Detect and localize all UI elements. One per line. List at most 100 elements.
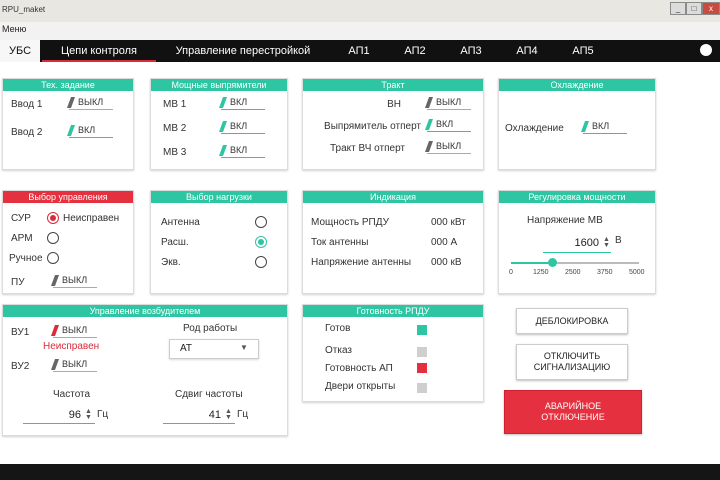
close-button[interactable]: x	[702, 2, 720, 15]
cooling-switch[interactable]: ВКЛ	[580, 121, 627, 134]
frequency-label: Частота	[53, 389, 91, 400]
mv-voltage-unit: В	[615, 235, 622, 246]
arm-label: АРМ	[11, 233, 33, 244]
mv-voltage-label: Напряжение МВ	[527, 215, 603, 226]
power-icon[interactable]	[700, 44, 712, 56]
tab-ap1[interactable]: АП1	[334, 40, 384, 62]
freq-shift-label: Сдвиг частоты	[175, 389, 243, 400]
load-antenna-radio[interactable]	[255, 216, 267, 228]
mv3-label: МВ 3	[163, 147, 187, 158]
vu2-switch[interactable]: ВЫКЛ	[50, 359, 97, 372]
panel-title: Выбор нагрузки	[151, 191, 287, 203]
load-antenna-label: Антенна	[161, 217, 200, 228]
hf-tract-open-switch[interactable]: ВЫКЛ	[424, 141, 471, 154]
mv1-switch[interactable]: ВКЛ	[218, 97, 265, 110]
panel-exciter: Управление возбудителем ВУ1 ВЫКЛ Неиспра…	[2, 304, 288, 436]
minimize-button[interactable]: _	[670, 2, 686, 15]
doors-open-indicator	[417, 383, 427, 393]
rpdu-power-label: Мощность РПДУ	[311, 217, 389, 228]
slider-tick: 0	[509, 269, 513, 276]
mode-select[interactable]: АТ ▼	[169, 339, 259, 359]
input1-switch[interactable]: ВЫКЛ	[66, 97, 113, 110]
slider-tick: 3750	[597, 269, 613, 276]
panel-tech-task: Тех. задание Ввод 1 ВЫКЛ Ввод 2 ВКЛ	[2, 78, 134, 170]
tab-control-circuits[interactable]: Цепи контроля	[42, 40, 156, 62]
frequency-value[interactable]: 96	[37, 409, 81, 421]
maximize-button[interactable]: □	[686, 2, 702, 15]
vu1-switch[interactable]: ВЫКЛ	[50, 325, 97, 338]
failure-label: Отказ	[325, 345, 352, 356]
manual-radio[interactable]	[47, 252, 59, 264]
title-bar: RPU_maket _ □ x	[0, 0, 720, 22]
load-ext-radio[interactable]	[255, 236, 267, 248]
mv-voltage-slider-thumb[interactable]	[547, 258, 557, 267]
failure-indicator	[417, 347, 427, 357]
sur-status: Неисправен	[63, 213, 120, 224]
antenna-voltage-value: 000 кВ	[431, 257, 462, 268]
tab-tuning-control[interactable]: Управление перестройкой	[162, 40, 324, 62]
ready-label: Готов	[325, 323, 351, 334]
mode-value: АТ	[180, 343, 192, 354]
input2-switch[interactable]: ВКЛ	[66, 125, 113, 138]
tab-ap4[interactable]: АП4	[502, 40, 552, 62]
manual-label: Ручное	[9, 253, 43, 264]
tab-ap2[interactable]: АП2	[390, 40, 440, 62]
mv3-switch[interactable]: ВКЛ	[218, 145, 265, 158]
alarm-off-label-1: ОТКЛЮЧИТЬ	[543, 351, 601, 361]
mv-voltage-slider-fill	[511, 262, 552, 264]
freq-shift-value[interactable]: 41	[177, 409, 221, 421]
emergency-label-2: ОТКЛЮЧЕНИЕ	[541, 412, 605, 422]
cooling-label: Охлаждение	[505, 123, 564, 134]
frequency-spinner[interactable]: ▲ ▼	[85, 408, 92, 421]
panel-power-adjust: Регулировка мощности Напряжение МВ 1600 …	[498, 190, 656, 294]
mv-voltage-underline	[543, 252, 611, 253]
pu-label: ПУ	[11, 277, 25, 288]
panel-title: Индикация	[303, 191, 483, 203]
panel-title: Выбор управления	[3, 191, 133, 203]
tab-ap5[interactable]: АП5	[558, 40, 608, 62]
menu-item-main[interactable]: Меню	[2, 24, 26, 34]
tab-ap3[interactable]: АП3	[446, 40, 496, 62]
rpdu-power-value: 000 кВт	[431, 217, 466, 228]
unlock-button[interactable]: ДЕБЛОКИРОВКА	[516, 308, 628, 334]
tab-ubs[interactable]: УБС	[0, 40, 40, 62]
panel-readiness: Готовность РПДУ Готов Отказ Готовность А…	[302, 304, 484, 402]
arm-radio[interactable]	[47, 232, 59, 244]
slider-tick: 5000	[629, 269, 645, 276]
panel-title: Регулировка мощности	[499, 191, 655, 203]
alarm-off-label-2: СИГНАЛИЗАЦИЮ	[533, 362, 611, 372]
ap-ready-label: Готовность АП	[325, 363, 393, 374]
rectifier-open-label: Выпрямитель отперт	[324, 121, 421, 132]
load-equiv-radio[interactable]	[255, 256, 267, 268]
sur-label: СУР	[11, 213, 31, 224]
menu-bar: Меню	[0, 22, 720, 40]
frequency-underline	[23, 423, 95, 424]
freq-shift-spinner[interactable]: ▲ ▼	[225, 408, 232, 421]
mv-voltage-slider[interactable]	[511, 258, 639, 267]
panel-title: Тех. задание	[3, 79, 133, 91]
pu-switch[interactable]: ВЫКЛ	[50, 275, 97, 288]
panel-title: Управление возбудителем	[3, 305, 287, 317]
vn-switch[interactable]: ВЫКЛ	[424, 97, 471, 110]
vu1-status: Неисправен	[43, 341, 100, 352]
vn-label: ВН	[387, 99, 401, 110]
panel-title: Охлаждение	[499, 79, 655, 91]
sur-radio[interactable]	[47, 212, 59, 224]
alarm-off-button[interactable]: ОТКЛЮЧИТЬ СИГНАЛИЗАЦИЮ	[516, 344, 628, 380]
mv-voltage-spinner[interactable]: ▲ ▼	[603, 236, 610, 249]
load-equiv-label: Экв.	[161, 257, 181, 268]
input1-label: Ввод 1	[11, 99, 43, 110]
vu2-label: ВУ2	[11, 361, 30, 372]
antenna-current-label: Ток антенны	[311, 237, 369, 248]
vu1-label: ВУ1	[11, 327, 30, 338]
panel-tract: Тракт ВН ВЫКЛ Выпрямитель отперт ВКЛ Тра…	[302, 78, 484, 170]
emergency-off-button[interactable]: АВАРИЙНОЕ ОТКЛЮЧЕНИЕ	[504, 390, 642, 434]
tab-bar: УБС Цепи контроля Управление перестройко…	[0, 40, 720, 62]
mv-voltage-value[interactable]: 1600	[547, 237, 599, 249]
panel-control-select: Выбор управления СУР Неисправен АРМ Ручн…	[2, 190, 134, 294]
rectifier-open-switch[interactable]: ВКЛ	[424, 119, 471, 132]
mv2-switch[interactable]: ВКЛ	[218, 121, 265, 134]
antenna-voltage-label: Напряжение антенны	[311, 257, 412, 268]
panel-title: Мощные выпрямители	[151, 79, 287, 91]
load-ext-label: Расш.	[161, 237, 189, 248]
